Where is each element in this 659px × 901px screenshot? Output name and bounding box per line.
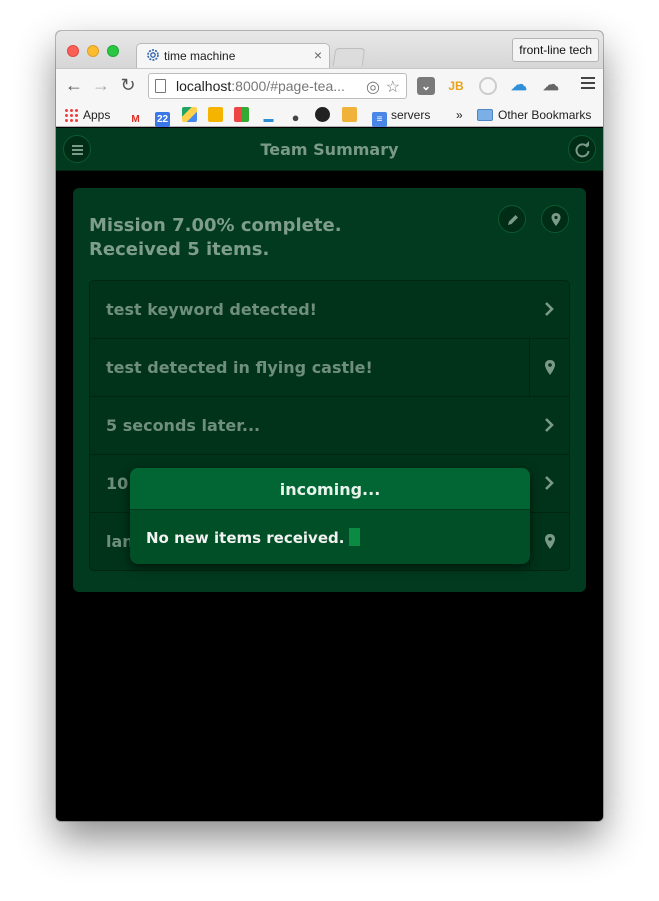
- close-window-button[interactable]: [67, 45, 79, 57]
- item-map-button[interactable]: [529, 339, 569, 397]
- browser-window: time machine × front-line tech ← → ↻ loc…: [56, 31, 603, 821]
- browser-tab[interactable]: time machine ×: [136, 43, 330, 69]
- bookmark-servers[interactable]: ≡ servers: [372, 107, 431, 127]
- bookmark-apps-label: Apps: [83, 108, 111, 122]
- gear-icon: [147, 49, 159, 61]
- apps-grid-icon: [64, 108, 78, 122]
- back-arrow-icon[interactable]: ←: [63, 74, 85, 96]
- app-page: Team Summary Mission 7.00% complete. Rec…: [56, 128, 603, 821]
- calendar-icon: 22: [155, 112, 170, 127]
- gmail-icon: M: [131, 114, 140, 125]
- color-grid-icon: [234, 107, 249, 122]
- cloud-outline-icon[interactable]: ☁: [542, 77, 560, 95]
- bookmark-box[interactable]: [342, 107, 361, 123]
- item-map-button[interactable]: [529, 513, 569, 570]
- item-label: test keyword detected!: [106, 300, 317, 319]
- folder-icon: [477, 109, 493, 121]
- loading-cursor: [349, 528, 361, 546]
- bookmark-gmail[interactable]: M: [128, 107, 147, 125]
- url-path: :8000/#page-tea...: [231, 78, 345, 94]
- page-icon: [155, 79, 166, 93]
- extension-circle-icon[interactable]: [479, 77, 497, 95]
- bookmark-keep[interactable]: [208, 107, 227, 123]
- dialog-message-text: No new items received.: [146, 529, 345, 547]
- item-label: 5 seconds later...: [106, 416, 261, 435]
- bookmark-grid[interactable]: [234, 107, 253, 123]
- mission-status: Mission 7.00% complete. Received 5 items…: [89, 214, 342, 262]
- chevron-right-icon: [545, 302, 554, 316]
- bookmarks-overflow[interactable]: »: [456, 107, 463, 123]
- map-pin-icon: [545, 534, 555, 549]
- package-icon: [342, 107, 357, 122]
- mission-received: Received 5 items.: [89, 239, 270, 260]
- tab-bar: time machine × front-line tech: [56, 31, 603, 69]
- github-icon: [315, 107, 330, 122]
- tab-title: time machine: [164, 49, 236, 63]
- url-text: localhost:8000/#page-tea...: [176, 78, 345, 94]
- url-host: localhost: [176, 78, 232, 94]
- app-header: Team Summary: [56, 128, 603, 171]
- refresh-icon: [575, 141, 590, 158]
- refresh-button[interactable]: [568, 135, 596, 163]
- tab-close-icon[interactable]: ×: [314, 47, 322, 63]
- dialog-title: incoming...: [279, 480, 381, 499]
- minimize-window-button[interactable]: [87, 45, 99, 57]
- page-title: Team Summary: [260, 140, 399, 159]
- dialog-message: No new items received.: [146, 528, 361, 547]
- keep-icon: [208, 107, 223, 122]
- maximize-window-button[interactable]: [107, 45, 119, 57]
- cloud-blue-icon[interactable]: ☁: [510, 77, 528, 95]
- bookmark-servers-label: servers: [391, 108, 431, 122]
- bookmark-github[interactable]: [315, 107, 334, 123]
- map-pin-icon: [545, 360, 555, 375]
- profile-button[interactable]: front-line tech: [512, 38, 599, 62]
- jetbrains-icon[interactable]: JB: [447, 77, 465, 95]
- bookmark-drive[interactable]: [182, 107, 201, 123]
- doc-icon: ≡: [372, 112, 387, 127]
- bookmark-star-icon[interactable]: ☆: [386, 77, 400, 97]
- pocket-icon[interactable]: ⌄: [417, 77, 435, 95]
- item-label: test detected in flying castle!: [106, 358, 373, 377]
- edit-button[interactable]: [498, 205, 526, 233]
- chevron-right-icon: [545, 476, 554, 490]
- bookmark-calendar[interactable]: 22: [155, 107, 174, 127]
- bookmark-apps[interactable]: Apps: [64, 107, 110, 123]
- dialog-header: incoming...: [130, 468, 530, 510]
- bookmark-other[interactable]: Other Bookmarks: [477, 107, 591, 123]
- bookmarks-bar: Apps M 22 ▬ ● ≡ servers » Other Bookmarks: [56, 102, 603, 127]
- bookmark-other-label: Other Bookmarks: [498, 108, 592, 122]
- bookmark-apple[interactable]: ●: [288, 107, 307, 125]
- browser-toolbar: ← → ↻ localhost:8000/#page-tea... ◎ ☆ ⌄ …: [56, 68, 603, 102]
- reload-icon[interactable]: ↻: [117, 74, 139, 96]
- incoming-dialog: incoming... No new items received.: [130, 468, 530, 564]
- bookmark-disc[interactable]: ▬: [261, 107, 280, 125]
- location-target-icon[interactable]: ◎: [366, 77, 380, 97]
- list-item[interactable]: 5 seconds later...: [90, 397, 569, 455]
- mission-progress: Mission 7.00% complete.: [89, 215, 342, 236]
- disc-icon: ▬: [263, 114, 274, 125]
- forward-arrow-icon[interactable]: →: [90, 74, 112, 96]
- new-tab-button[interactable]: [332, 48, 366, 66]
- map-pin-icon: [551, 213, 561, 226]
- address-bar[interactable]: localhost:8000/#page-tea... ◎ ☆: [148, 73, 407, 99]
- apple-icon: ●: [291, 110, 300, 125]
- chevron-right-icon: [545, 418, 554, 432]
- item-label: 10: [106, 474, 129, 493]
- list-item[interactable]: test detected in flying castle!: [90, 339, 569, 397]
- pencil-icon: [508, 215, 518, 225]
- drive-icon: [182, 107, 197, 122]
- list-item[interactable]: test keyword detected!: [90, 281, 569, 339]
- map-button[interactable]: [541, 205, 569, 233]
- browser-menu-icon[interactable]: [581, 77, 595, 91]
